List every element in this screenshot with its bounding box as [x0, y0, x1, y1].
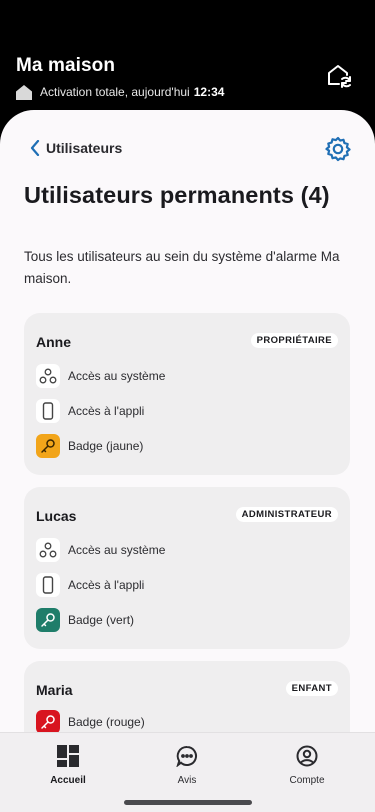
access-badge: Badge (vert): [36, 608, 134, 632]
gear-icon: [325, 136, 351, 162]
access-app: Accès à l'appli: [36, 573, 144, 597]
back-label: Utilisateurs: [46, 140, 123, 156]
tab-label: Compte: [289, 775, 325, 786]
user-name: Maria: [36, 682, 73, 698]
house-icon: [16, 84, 32, 100]
home-title: Ma maison: [16, 55, 116, 76]
tab-label: Accueil: [50, 775, 86, 786]
phone-icon: [36, 399, 60, 423]
access-system: Accès au système: [36, 538, 165, 562]
tab-avis[interactable]: Avis: [137, 745, 237, 786]
access-label: Badge (vert): [68, 613, 135, 627]
key-icon: [36, 608, 60, 632]
role-badge: ADMINISTRATEUR: [235, 507, 338, 522]
key-icon: [36, 710, 60, 734]
tab-compte[interactable]: Compte: [257, 745, 357, 786]
settings-button[interactable]: [325, 136, 351, 162]
access-badge: Badge (jaune): [36, 434, 143, 458]
page-title: Utilisateurs permanents (4): [24, 182, 330, 208]
tab-label: Avis: [177, 775, 197, 786]
nav-row: Utilisateurs: [0, 136, 375, 162]
content-sheet: Utilisateurs Utilisateurs permanents (4)…: [0, 110, 375, 812]
home-indicator: [124, 800, 252, 805]
tab-accueil[interactable]: Accueil: [18, 745, 118, 786]
account-icon: [296, 745, 318, 767]
page-description: Tous les utilisateurs au sein du système…: [24, 249, 340, 286]
role-badge: PROPRIÉTAIRE: [250, 333, 338, 348]
access-label: Accès à l'appli: [68, 578, 145, 592]
access-label: Badge (jaune): [68, 439, 144, 453]
access-app: Accès à l'appli: [36, 399, 144, 423]
status-text: Activation totale, aujourd'hui: [40, 85, 190, 99]
access-badge: Badge (rouge): [36, 710, 145, 734]
access-system: Accès au système: [36, 364, 165, 388]
user-name: Lucas: [36, 508, 77, 524]
access-label: Accès à l'appli: [68, 404, 145, 418]
chevron-left-icon: [30, 140, 40, 156]
switch-home-icon[interactable]: [325, 62, 353, 90]
chat-icon: [176, 745, 197, 767]
status-time: 12:34: [193, 85, 225, 99]
access-label: Accès au système: [68, 543, 166, 557]
back-button[interactable]: Utilisateurs: [30, 140, 122, 156]
access-label: Accès au système: [68, 369, 166, 383]
user-card-lucas[interactable]: Lucas ADMINISTRATEUR Accès au système Ac…: [24, 487, 350, 649]
access-label: Badge (rouge): [68, 715, 145, 729]
user-card-anne[interactable]: Anne PROPRIÉTAIRE Accès au système Accès…: [24, 313, 350, 475]
system-icon: [36, 364, 60, 388]
key-icon: [36, 434, 60, 458]
role-badge: ENFANT: [285, 681, 338, 696]
user-name: Anne: [36, 334, 71, 350]
alarm-status: Activation totale, aujourd'hui 12:34: [16, 84, 224, 100]
dashboard-icon: [57, 745, 79, 767]
system-icon: [36, 538, 60, 562]
phone-icon: [36, 573, 60, 597]
